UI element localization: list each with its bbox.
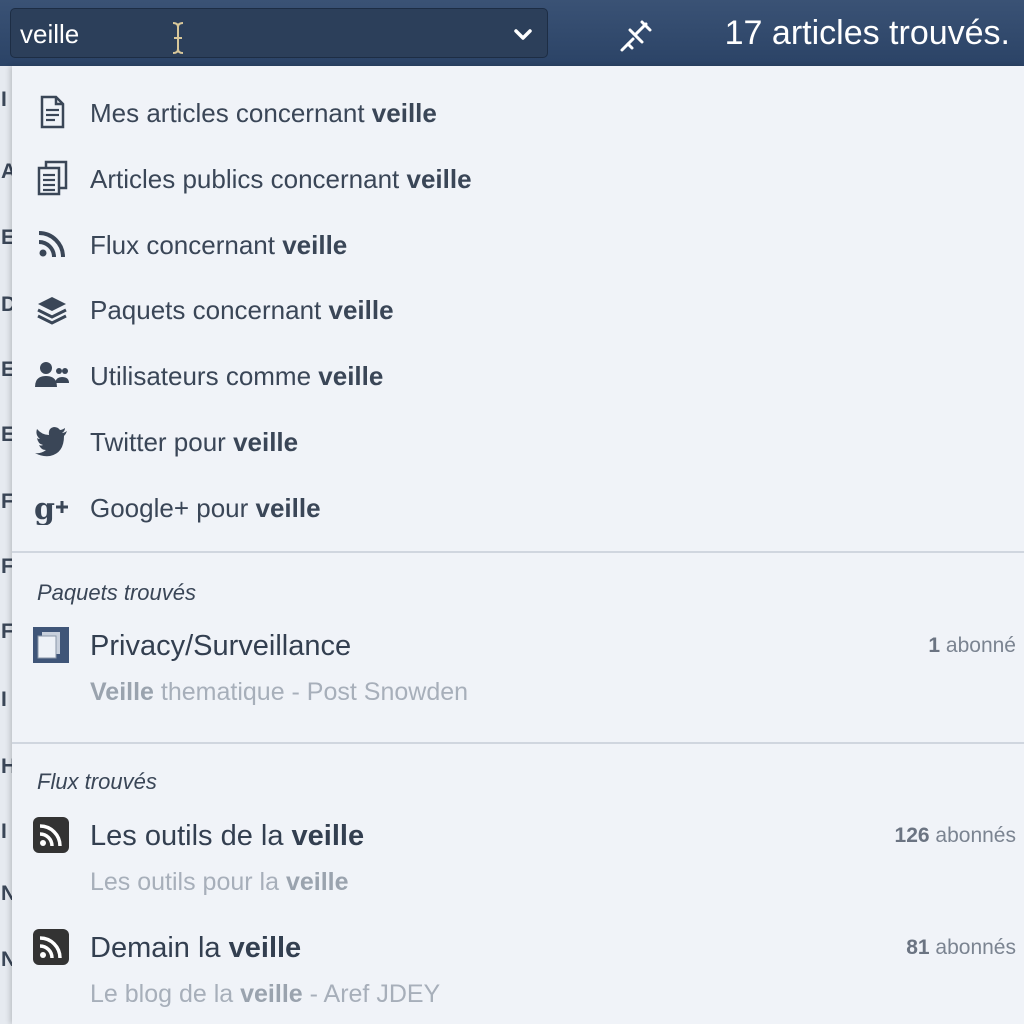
subscriber-number: 81	[906, 936, 930, 959]
search-term: veille	[255, 493, 321, 523]
rss-feed-icon	[32, 928, 70, 966]
subscriber-count: 126 abonnés	[895, 824, 1016, 848]
search-action-googleplus-pour[interactable]: g Google+ pour veille	[12, 481, 1024, 531]
feed-title: Les outils de la veille	[90, 820, 364, 853]
google-plus-icon: g	[34, 489, 70, 527]
action-prefix: Google+ pour	[90, 493, 256, 523]
search-action-label: Google+ pour veille	[90, 493, 321, 524]
action-prefix: Mes articles concernant	[90, 98, 372, 128]
package-result[interactable]: Privacy/Surveillance Veille thematique - …	[12, 626, 1024, 726]
search-term: veille	[228, 932, 302, 964]
subscriber-number: 1	[928, 634, 941, 657]
search-term: veille	[285, 868, 349, 896]
search-suggestions-dropdown: Mes articles concernant veille Articles p…	[12, 66, 1024, 1024]
feed-title-prefix: Demain la	[90, 932, 229, 964]
search-action-label: Flux concernant veille	[90, 230, 347, 261]
search-action-label: Paquets concernant veille	[90, 295, 394, 326]
divider	[12, 551, 1024, 553]
package-title: Privacy/Surveillance	[90, 630, 352, 662]
subscriber-count: 1 abonné	[928, 634, 1016, 658]
description-text: thematique - Post Snowden	[153, 678, 469, 706]
action-prefix: Twitter pour	[90, 427, 234, 457]
search-action-paquets-concernant[interactable]: Paquets concernant veille	[12, 283, 1024, 333]
action-prefix: Articles publics concernant	[90, 164, 407, 194]
background-list-letter: F	[1, 620, 12, 643]
search-term: veille	[291, 820, 365, 852]
packages-section-heading: Paquets trouvés	[37, 580, 196, 605]
document-icon	[34, 94, 70, 130]
subscriber-count: 81 abonnés	[906, 936, 1016, 960]
background-list-letter: I	[1, 688, 7, 711]
search-action-label: Mes articles concernant veille	[90, 98, 437, 129]
search-box[interactable]	[10, 8, 548, 58]
background-list-letter: E	[1, 358, 12, 381]
action-prefix: Utilisateurs comme	[90, 361, 319, 391]
search-action-flux-concernant[interactable]: Flux concernant veille	[12, 218, 1024, 268]
description-text: - Aref JDEY	[302, 980, 441, 1008]
search-action-articles-publics-concernant[interactable]: Articles publics concernant veille	[12, 152, 1024, 202]
background-list-letter: E	[1, 423, 12, 446]
background-list-letter: A	[1, 160, 12, 183]
background-list-letter: I	[1, 820, 7, 843]
documents-stack-icon	[34, 160, 70, 196]
text-cursor-icon	[172, 22, 184, 54]
search-action-label: Articles publics concernant veille	[90, 164, 472, 195]
background-list-letter: D	[1, 293, 12, 316]
search-action-twitter-pour[interactable]: Twitter pour veille	[12, 415, 1024, 465]
feed-description: Le blog de la veille - Aref JDEY	[90, 980, 440, 1009]
search-action-label: Twitter pour veille	[90, 427, 298, 458]
background-list-letter: F	[1, 555, 12, 578]
divider	[12, 742, 1024, 744]
action-prefix: Paquets concernant	[90, 295, 329, 325]
background-list-letter: E	[1, 226, 12, 249]
feed-title: Demain la veille	[90, 932, 301, 965]
description-text: Les outils pour la	[90, 868, 286, 896]
feed-result[interactable]: Les outils de la veille Les outils pour l…	[12, 816, 1024, 916]
feed-title-prefix: Les outils de la	[90, 820, 292, 852]
background-list-letter: I	[1, 88, 7, 111]
subscriber-label: abonnés	[929, 824, 1016, 847]
rss-icon	[34, 226, 70, 262]
subscriber-label: abonné	[940, 634, 1016, 657]
svg-text:g: g	[34, 492, 55, 525]
search-term: veille	[233, 427, 299, 457]
search-term: veille	[406, 164, 472, 194]
rss-feed-icon	[32, 816, 70, 854]
search-term: veille	[318, 361, 384, 391]
feeds-section-heading: Flux trouvés	[37, 769, 157, 794]
layers-icon	[34, 291, 70, 327]
background-list-letter: H	[1, 755, 12, 778]
subscriber-label: abonnés	[929, 936, 1016, 959]
search-input[interactable]	[20, 19, 460, 49]
subscriber-number: 126	[894, 824, 930, 847]
background-list-letter: N	[1, 882, 12, 905]
package-icon	[32, 626, 70, 664]
top-bar: 17 articles trouvés.	[0, 0, 1024, 66]
users-icon	[34, 357, 70, 393]
description-text: Le blog de la	[90, 980, 241, 1008]
action-prefix: Flux concernant	[90, 230, 283, 260]
search-term: veille	[328, 295, 394, 325]
result-count: 17 articles trouvés.	[724, 14, 1010, 52]
background-list-edge: I A E D E E F F F I H I N N	[0, 66, 12, 1024]
search-action-mes-articles-concernant[interactable]: Mes articles concernant veille	[12, 86, 1024, 136]
search-action-label: Utilisateurs comme veille	[90, 361, 383, 392]
feed-result[interactable]: Demain la veille Le blog de la veille - A…	[12, 928, 1024, 1024]
search-term: veille	[282, 230, 348, 260]
search-term: veille	[371, 98, 437, 128]
twitter-icon	[34, 423, 70, 459]
background-list-letter: N	[1, 948, 12, 971]
search-term: veille	[240, 980, 303, 1008]
search-action-utilisateurs-comme[interactable]: Utilisateurs comme veille	[12, 349, 1024, 399]
background-list-letter: F	[1, 490, 12, 513]
package-description: Veille thematique - Post Snowden	[90, 678, 468, 707]
search-term: Veille	[90, 678, 154, 706]
chevron-down-icon[interactable]	[509, 22, 537, 46]
pin-icon[interactable]	[616, 16, 656, 56]
feed-description: Les outils pour la veille	[90, 868, 349, 897]
